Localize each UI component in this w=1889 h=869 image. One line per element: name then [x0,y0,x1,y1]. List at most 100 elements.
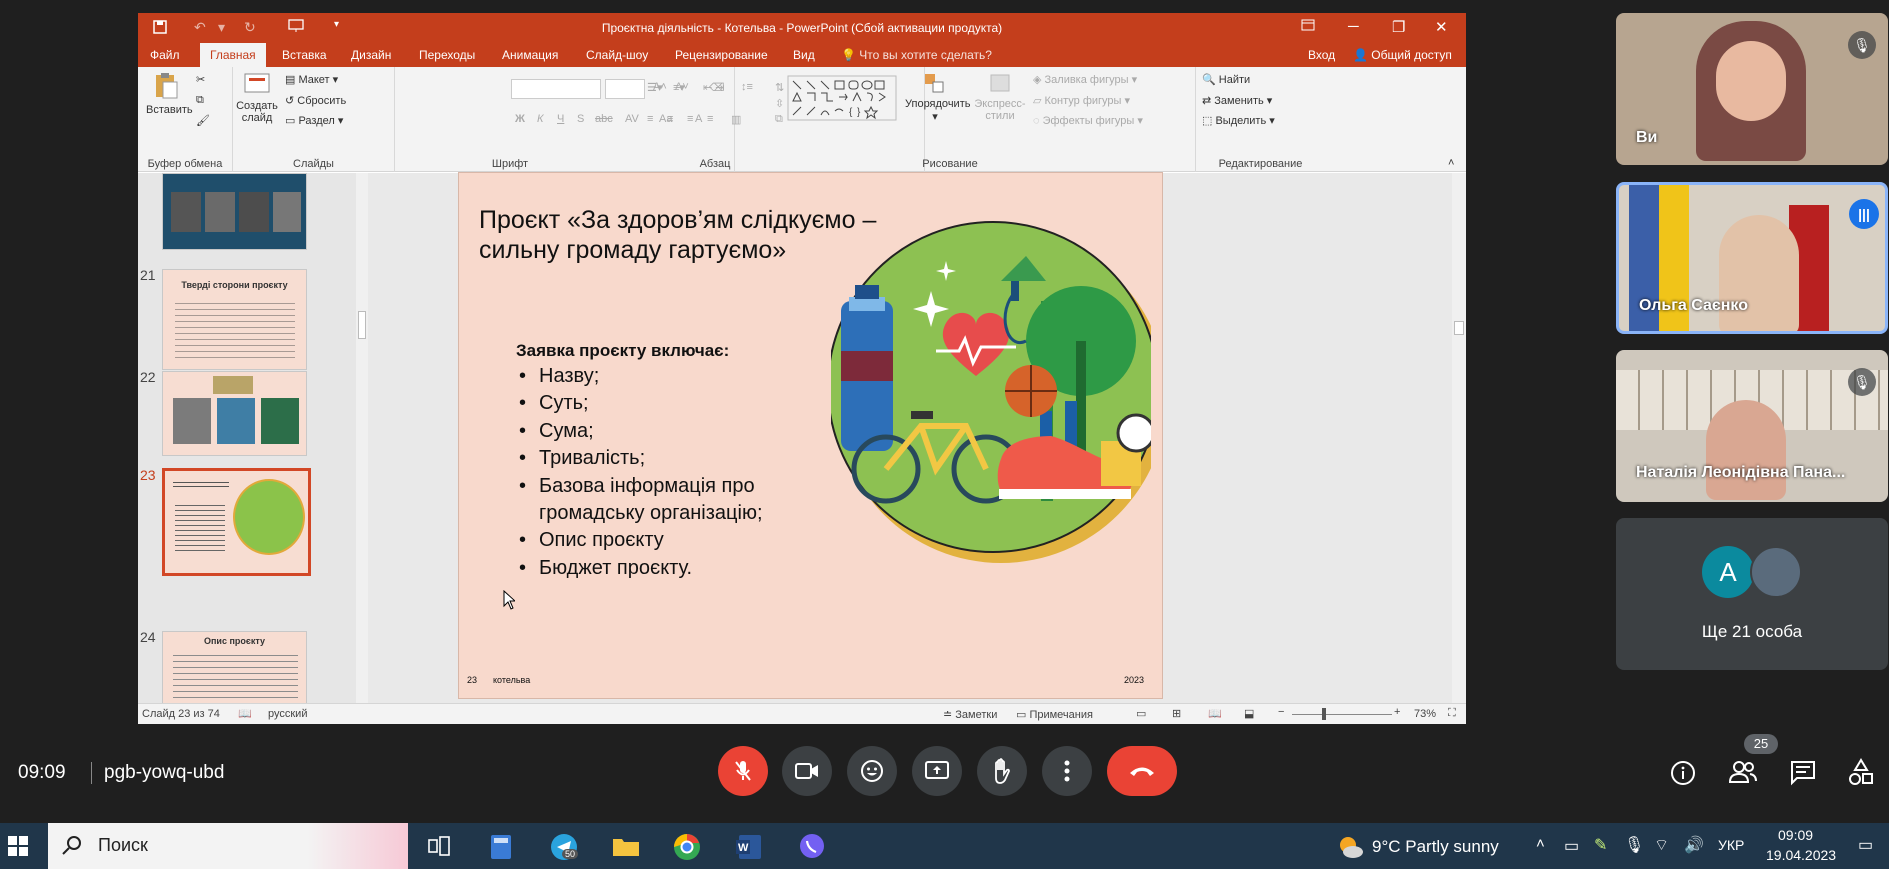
layout-button[interactable]: ▤ Макет ▾ [285,73,338,86]
taskbar-search-box[interactable]: Поиск [48,823,408,869]
numbering-icon[interactable]: ≡▾ [673,81,685,94]
tab-transitions[interactable]: Переходы [419,43,475,67]
more-options-button[interactable] [1042,746,1092,796]
bold-button[interactable]: Ж [515,113,525,125]
align-center-icon[interactable]: ≡ [667,113,673,125]
comments-button[interactable]: ▭ Примечания [1016,708,1093,721]
justify-icon[interactable]: ≡ [707,113,713,125]
tab-view[interactable]: Вид [793,43,815,67]
participant-tile-3[interactable]: 🎙 Наталія Леонідівна Пана... [1616,350,1888,502]
notifications-icon[interactable]: ▭ [1858,835,1873,855]
thumbnail-22[interactable] [162,371,307,456]
share-button[interactable]: 👤 Общий доступ [1353,43,1452,67]
slide-scroll-thumb[interactable] [1454,321,1464,335]
clock-time[interactable]: 09:09 [1778,827,1813,843]
indent-icon[interactable]: ⇤ ⇥ [703,81,725,94]
reactions-button[interactable] [847,746,897,796]
activities-icon[interactable] [1848,758,1874,791]
thumbnail-24[interactable]: Опис проєкту [162,631,307,713]
align-left-icon[interactable]: ≡ [647,113,653,125]
microphone-icon[interactable]: 🎙 [1624,835,1644,855]
bullets-icon[interactable]: ☰▾ [647,81,662,94]
spellcheck-icon[interactable]: 📖 [238,707,252,720]
participant-tile-others[interactable]: A Ще 21 особа [1616,518,1888,670]
chat-icon[interactable] [1790,760,1816,791]
restore-icon[interactable]: ❐ [1392,18,1405,36]
file-explorer-icon[interactable] [612,835,640,862]
volume-icon[interactable]: 🔊 [1684,835,1704,855]
slideshow-view-icon[interactable]: ⬓ [1244,707,1254,720]
leave-call-button[interactable] [1107,746,1177,796]
paste-button[interactable]: Вставить [146,71,193,116]
windows-start-icon[interactable] [8,836,28,861]
zoom-out-icon[interactable]: − [1278,706,1284,718]
tab-slideshow[interactable]: Слайд-шоу [586,43,648,67]
arrange-button[interactable]: Упорядочить ▾ [905,71,970,123]
line-spacing-icon[interactable]: ↕≡ [741,81,753,93]
reading-view-icon[interactable]: 📖 [1208,707,1222,720]
viber-icon[interactable] [798,833,826,866]
char-spacing-button[interactable]: AV [625,113,639,125]
present-screen-button[interactable] [912,746,962,796]
weather-icon[interactable] [1336,835,1364,864]
signin-link[interactable]: Вход [1308,43,1335,67]
close-icon[interactable]: ✕ [1435,18,1448,36]
current-slide[interactable]: Проєкт «За здоров’ям слідкуємо – сильну … [458,172,1163,699]
minimize-icon[interactable]: ─ [1348,18,1359,35]
find-button[interactable]: 🔍 Найти [1202,73,1250,86]
slide-sorter-icon[interactable]: ⊞ [1172,707,1181,720]
thumbnail-23-selected[interactable] [162,468,311,576]
shape-effects-button[interactable]: ◌ Эффекты фигуры ▾ [1033,114,1143,127]
weather-text[interactable]: 9°C Partly sunny [1372,837,1499,857]
raise-hand-button[interactable] [977,746,1027,796]
section-button[interactable]: ▭ Раздел ▾ [285,114,343,127]
reset-button[interactable]: ↺ Сбросить [285,94,346,107]
chrome-icon[interactable] [673,833,701,866]
align-text-icon[interactable]: ⇳ [775,97,784,110]
tab-home[interactable]: Главная [200,43,266,67]
shape-fill-button[interactable]: ◈ Заливка фигуры ▾ [1033,73,1137,86]
slide-scrollbar[interactable] [1452,173,1466,713]
shape-outline-button[interactable]: ▱ Контур фигуры ▾ [1033,94,1130,107]
format-painter-icon[interactable]: 🖌 [196,114,210,127]
meeting-code[interactable]: pgb-yowq-ubd [104,762,224,784]
notes-button[interactable]: ≐ Заметки [943,708,997,721]
select-button[interactable]: ⬚ Выделить ▾ [1202,114,1275,127]
pen-icon[interactable]: ✎ [1594,835,1607,855]
zoom-slider[interactable] [1292,714,1392,715]
copy-icon[interactable]: ⧉ [196,94,204,107]
font-name-input[interactable] [511,79,601,99]
wifi-icon[interactable]: ⌔ [1654,835,1669,855]
font-size-input[interactable] [605,79,645,99]
smartart-icon[interactable]: ⧉ [775,113,783,126]
input-language[interactable]: УКР [1718,837,1744,853]
tab-animation[interactable]: Анимация [502,43,558,67]
thumbnail-20[interactable] [162,173,307,250]
shapes-gallery[interactable]: {} [787,75,897,121]
zoom-percent[interactable]: 73% [1414,708,1436,720]
font-color-button[interactable]: A [695,113,702,125]
info-icon[interactable] [1670,760,1696,791]
thumbnail-21[interactable]: Тверді сторони проєкту [162,269,307,370]
tray-chevron-icon[interactable]: ˄ [1536,835,1545,852]
zoom-slider-thumb[interactable] [1322,708,1326,720]
battery-icon[interactable]: ▭ [1564,836,1579,856]
participant-tile-speaking[interactable]: ||| Ольга Саєнко [1616,182,1888,334]
task-view-icon[interactable] [428,836,450,861]
new-slide-button[interactable]: Создать слайд [235,71,279,124]
strikethrough-button[interactable]: abc [595,113,613,125]
shadow-button[interactable]: S [577,113,584,125]
tab-review[interactable]: Рецензирование [675,43,768,67]
tab-file[interactable]: Файл [150,43,180,67]
tab-insert[interactable]: Вставка [282,43,327,67]
underline-button[interactable]: Ч [557,113,564,125]
cut-icon[interactable]: ✂ [196,73,205,86]
people-icon[interactable] [1728,760,1758,789]
italic-button[interactable]: К [537,113,543,125]
quick-styles-button[interactable]: Экспресс- стили [971,71,1029,122]
camera-toggle-button[interactable] [782,746,832,796]
slide-counter[interactable]: Слайд 23 из 74 [142,708,220,720]
align-right-icon[interactable]: ≡ [687,113,693,125]
language-indicator[interactable]: русский [268,708,307,720]
thumbnails-scrollbar[interactable] [356,173,368,713]
